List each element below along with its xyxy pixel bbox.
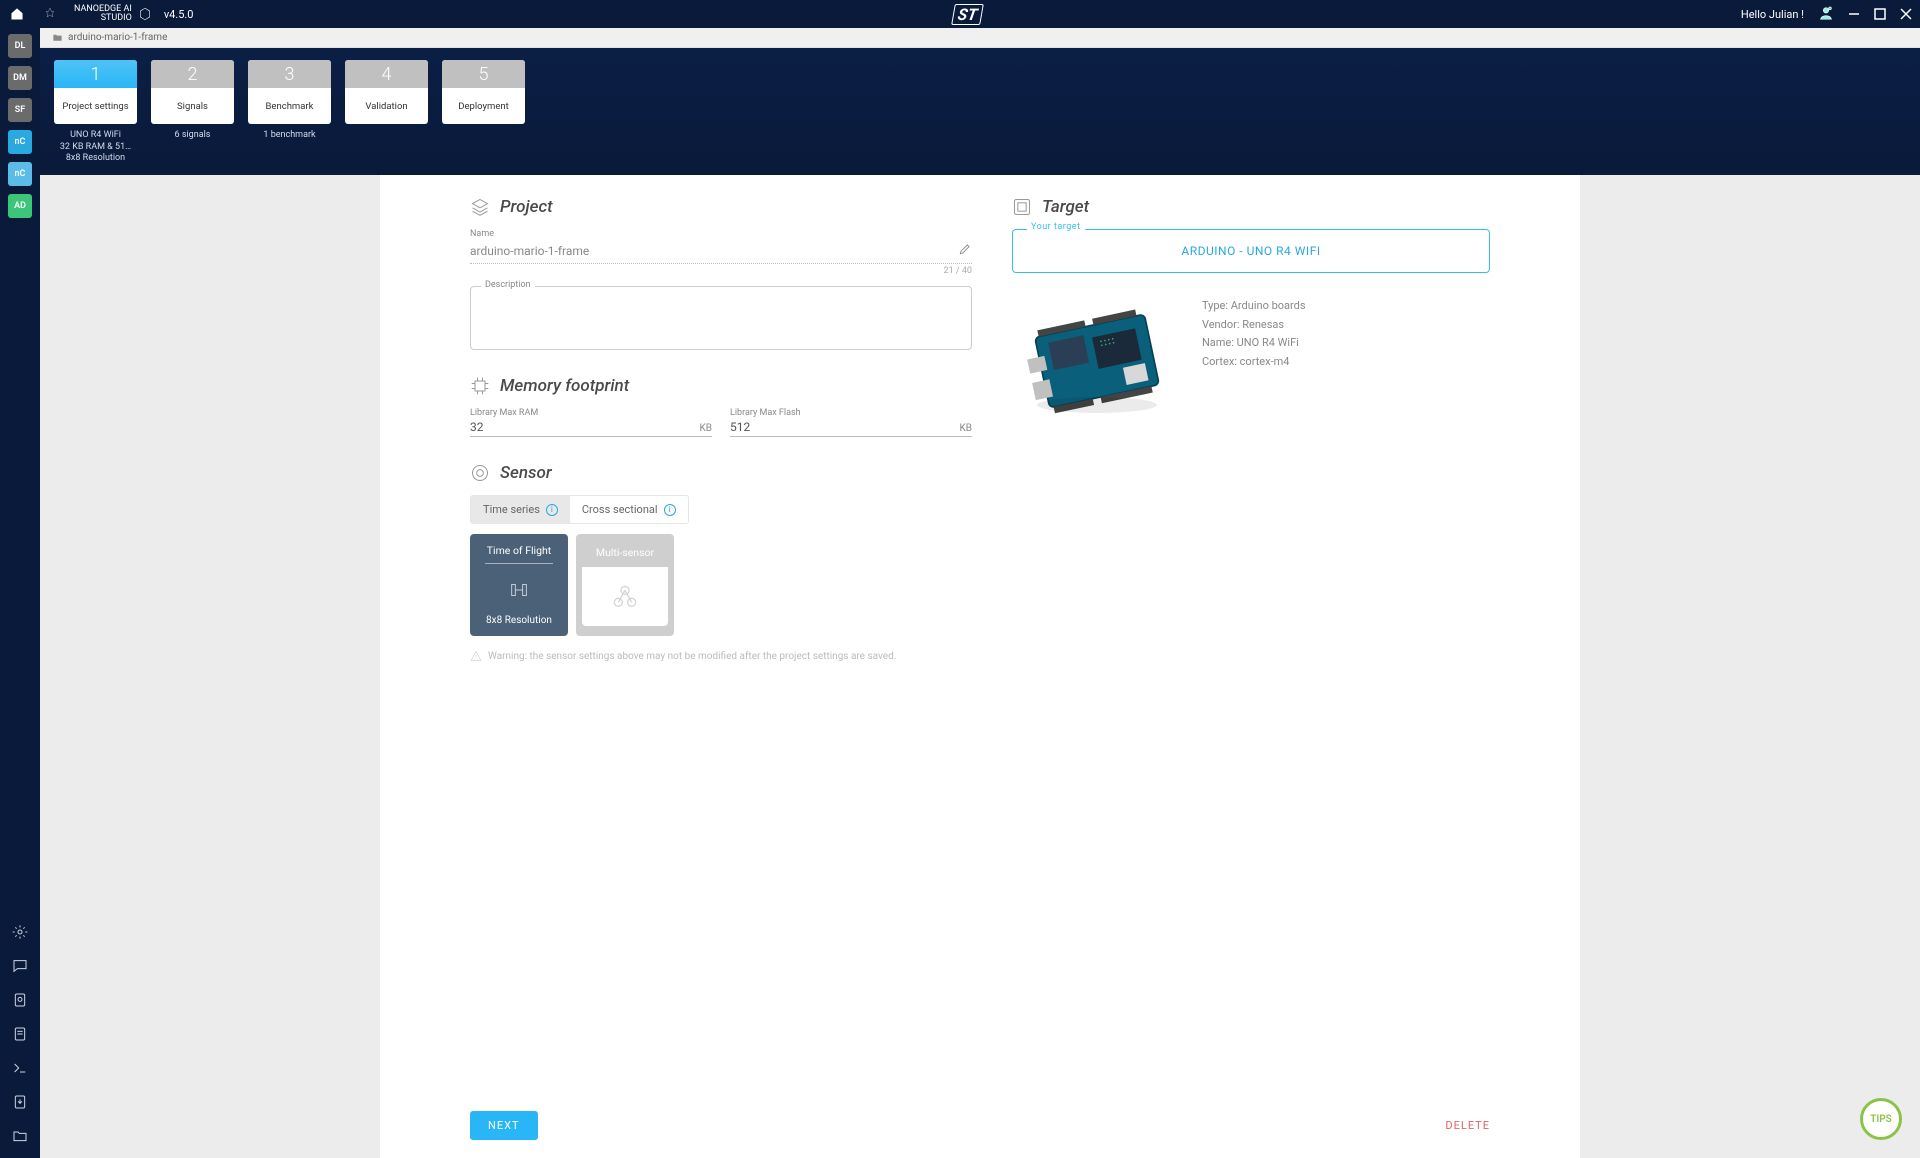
export-icon[interactable] [8, 1090, 32, 1114]
info-icon[interactable]: i [546, 504, 558, 516]
brand-logo-icon [138, 7, 152, 21]
step-header: 1Project settings UNO R4 WiFi 32 KB RAM … [40, 48, 1920, 175]
sensor-card-tof[interactable]: Time of Flight 8x8 Resolution [470, 534, 568, 636]
st-logo: ST [951, 4, 984, 25]
tof-icon [508, 579, 530, 601]
edit-icon[interactable] [958, 241, 972, 260]
tips-fab[interactable]: TIPS [1860, 1098, 1902, 1140]
step-benchmark[interactable]: 3Benchmark 1 benchmark [248, 60, 331, 165]
sensor-card-multi[interactable]: Multi-sensor [576, 534, 674, 636]
step-validation[interactable]: 4Validation [345, 60, 428, 165]
rail-dl[interactable]: DL [8, 34, 32, 58]
step-project-settings[interactable]: 1Project settings UNO R4 WiFi 32 KB RAM … [54, 60, 137, 165]
target-selector[interactable]: Your target ARDUINO - UNO R4 WIFI [1012, 229, 1490, 273]
folder-icon [52, 32, 63, 43]
board-image [1012, 291, 1182, 431]
breadcrumb-text: arduino-mario-1-frame [68, 32, 167, 43]
sensor-section-title: Sensor [470, 463, 972, 483]
delete-button[interactable]: DELETE [1445, 1119, 1490, 1132]
flash-input[interactable] [730, 420, 959, 434]
version-label: v4.5.0 [164, 9, 194, 20]
doc-icon[interactable] [8, 1022, 32, 1046]
rail-ad[interactable]: AD [8, 194, 32, 218]
project-name-input[interactable] [470, 244, 958, 258]
user-icon[interactable] [1818, 5, 1834, 24]
rail-nc[interactable]: nC [8, 162, 32, 186]
footer: NEXT DELETE [380, 1097, 1580, 1158]
warning-icon [470, 650, 482, 662]
sensor-icon [470, 463, 490, 483]
step-signals[interactable]: 2Signals 6 signals [151, 60, 234, 165]
multi-sensor-icon [609, 581, 641, 613]
terminal-icon[interactable] [8, 1056, 32, 1080]
layers-icon [470, 197, 490, 217]
rail-dm[interactable]: DM [8, 66, 32, 90]
project-section-title: Project [470, 197, 972, 217]
tab-cross-sectional[interactable]: Cross sectionali [570, 496, 688, 523]
target-selected-label: ARDUINO - UNO R4 WIFI [1181, 244, 1320, 258]
sensor-warning: Warning: the sensor settings above may n… [470, 650, 972, 662]
greeting: Hello Julian ! [1741, 8, 1804, 21]
step-deployment[interactable]: 5Deployment [442, 60, 525, 165]
chip-icon [470, 376, 490, 396]
brand-line2: STUDIO [101, 13, 132, 23]
brand: NANOEDGE AISTUDIO v4.5.0 [74, 5, 194, 23]
home-icon[interactable] [8, 7, 26, 21]
memory-section-title: Memory footprint [470, 376, 972, 396]
name-label: Name [470, 229, 972, 239]
flash-label: Library Max Flash [730, 408, 972, 418]
ram-input[interactable] [470, 420, 699, 434]
step-sub: UNO R4 WiFi 32 KB RAM & 51… 8x8 Resoluti… [54, 130, 137, 165]
rail-sf[interactable]: SF [8, 98, 32, 122]
settings-icon[interactable] [8, 920, 32, 944]
description-textarea[interactable] [471, 287, 971, 345]
folder-icon[interactable] [8, 1124, 32, 1148]
target-specs: Type: Arduino boards Vendor: Renesas Nam… [1202, 291, 1306, 431]
chat-icon[interactable] [8, 954, 32, 978]
next-button[interactable]: NEXT [470, 1111, 538, 1140]
main: arduino-mario-1-frame 1Project settings … [40, 28, 1920, 1158]
left-rail: DL DM SF nC nC AD [0, 28, 40, 1158]
titlebar: NANOEDGE AISTUDIO v4.5.0 ST Hello Julian… [0, 0, 1920, 28]
rail-nc-active[interactable]: nC [8, 130, 32, 154]
search-doc-icon[interactable] [8, 988, 32, 1012]
tab-time-series[interactable]: Time seriesi [471, 496, 570, 523]
info-icon[interactable]: i [664, 504, 676, 516]
name-counter: 21 / 40 [470, 266, 972, 276]
close-button[interactable] [1900, 8, 1912, 20]
minimize-button[interactable] [1848, 8, 1860, 20]
cpu-icon [1012, 197, 1032, 217]
target-section-title: Target [1012, 197, 1490, 217]
description-field[interactable]: Description [470, 286, 972, 350]
breadcrumb: arduino-mario-1-frame [40, 28, 1920, 48]
pin-icon[interactable] [44, 7, 56, 22]
maximize-button[interactable] [1874, 8, 1886, 20]
ram-label: Library Max RAM [470, 408, 712, 418]
